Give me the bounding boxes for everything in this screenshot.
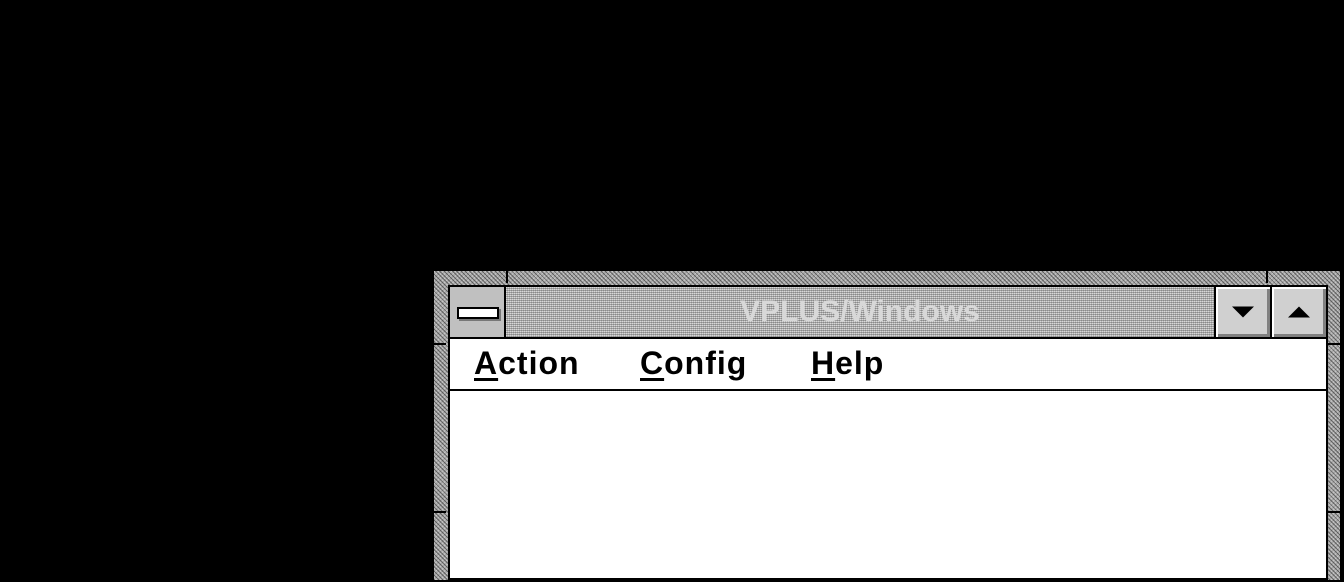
menu-accelerator: H (811, 345, 836, 381)
window-inner: VPLUS/Windows Action Config Help (448, 285, 1328, 580)
maximize-button[interactable] (1270, 287, 1326, 337)
client-area[interactable] (450, 391, 1326, 580)
menu-bar: Action Config Help (450, 339, 1326, 391)
frame-corner-notch (1328, 511, 1340, 513)
minimize-button[interactable] (1214, 287, 1270, 337)
menu-label: elp (835, 345, 885, 381)
title-bar[interactable]: VPLUS/Windows (450, 287, 1326, 339)
menu-action[interactable]: Action (474, 345, 580, 382)
triangle-up-icon (1288, 306, 1310, 318)
desktop-background: VPLUS/Windows Action Config Help (0, 0, 1344, 582)
frame-corner-notch (434, 511, 446, 513)
system-menu-icon (457, 307, 499, 319)
frame-corner-notch (1266, 271, 1268, 283)
menu-label: onfig (664, 345, 748, 381)
frame-corner-notch (506, 271, 508, 283)
frame-corner-notch (1328, 343, 1340, 345)
menu-accelerator: A (474, 345, 499, 381)
menu-config[interactable]: Config (640, 345, 747, 382)
menu-label: ction (498, 345, 580, 381)
system-menu-button[interactable] (450, 287, 506, 337)
window-title: VPLUS/Windows (740, 295, 980, 328)
menu-help[interactable]: Help (811, 345, 884, 382)
triangle-down-icon (1232, 306, 1254, 318)
vplus-window: VPLUS/Windows Action Config Help (432, 269, 1342, 582)
frame-corner-notch (434, 343, 446, 345)
menu-accelerator: C (640, 345, 665, 381)
